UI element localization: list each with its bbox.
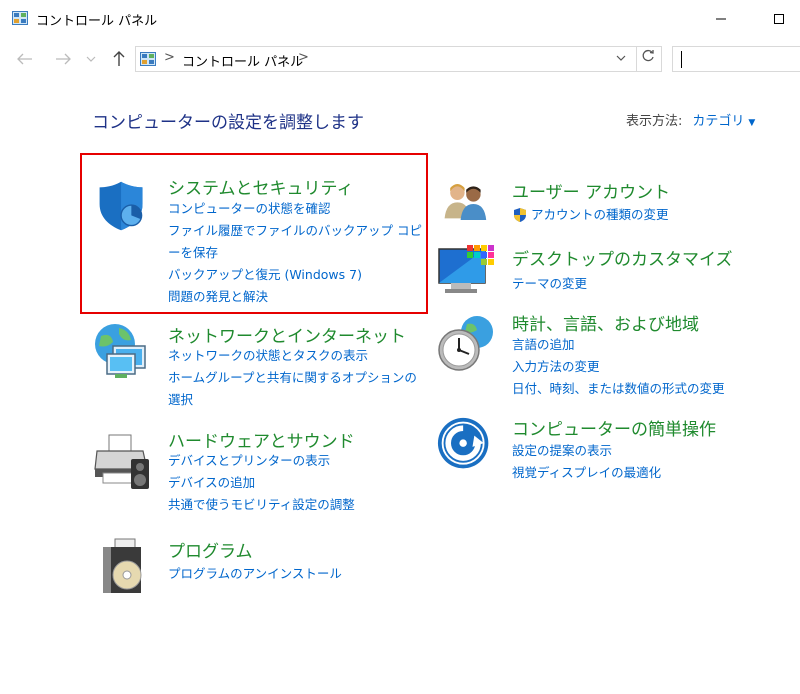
maximize-button[interactable] <box>756 0 800 38</box>
control-panel-icon <box>140 52 156 66</box>
category-links: テーマの変更 <box>512 273 587 295</box>
link-mobility-settings[interactable]: 共通で使うモビリティ設定の調整 <box>168 494 355 516</box>
category-links: デバイスとプリンターの表示 デバイスの追加 共通で使うモビリティ設定の調整 <box>168 450 355 516</box>
link-devices-printers[interactable]: デバイスとプリンターの表示 <box>168 450 355 472</box>
up-button[interactable] <box>108 48 130 70</box>
search-box[interactable] <box>672 46 800 72</box>
network-globe-icon[interactable] <box>93 322 153 382</box>
category-links: コンピューターの状態を確認 ファイル履歴でファイルのバックアップ コピーを保存 … <box>168 198 423 308</box>
back-button[interactable] <box>14 48 36 70</box>
link-optimize-visual-display[interactable]: 視覚ディスプレイの最適化 <box>512 462 661 484</box>
minimize-icon <box>716 18 726 20</box>
desktop-personalization-icon[interactable] <box>437 243 497 303</box>
arrow-right-icon <box>56 53 71 65</box>
uac-shield-icon <box>514 208 526 222</box>
maximize-icon <box>774 14 784 24</box>
link-network-status[interactable]: ネットワークの状態とタスクの表示 <box>168 345 423 367</box>
arrow-left-icon <box>17 53 32 65</box>
chevron-down-icon <box>616 55 626 61</box>
category-title-programs[interactable]: プログラム <box>168 537 253 562</box>
view-by-label: 表示方法: <box>626 114 683 129</box>
breadcrumb-separator[interactable]: > <box>164 50 175 65</box>
category-links: アカウントの種類の変更 <box>512 204 669 226</box>
users-icon[interactable] <box>440 180 494 228</box>
view-by: 表示方法: カテゴリ ▼ <box>626 110 755 129</box>
category-title-user[interactable]: ユーザー アカウント <box>512 178 670 203</box>
minimize-button[interactable] <box>698 0 744 38</box>
address-dropdown-button[interactable] <box>616 51 626 64</box>
category-title-network[interactable]: ネットワークとインターネット <box>168 322 406 347</box>
breadcrumb-control-panel[interactable]: コントロール パネル <box>182 51 303 70</box>
caret-down-icon[interactable]: ▼ <box>748 118 755 128</box>
arrow-up-icon <box>113 51 125 66</box>
category-title-access[interactable]: コンピューターの簡単操作 <box>512 415 716 440</box>
link-backup-restore[interactable]: バックアップと復元 (Windows 7) <box>168 264 423 286</box>
divider <box>636 47 637 71</box>
category-links: 言語の追加 入力方法の変更 日付、時刻、または数値の形式の変更 <box>512 334 725 400</box>
window-title: コントロール パネル <box>36 14 158 29</box>
control-panel-icon <box>12 11 28 25</box>
security-shield-icon[interactable] <box>93 178 151 234</box>
breadcrumb-separator[interactable]: > <box>298 50 309 65</box>
page-title: コンピューターの設定を調整します <box>92 113 364 133</box>
link-add-language[interactable]: 言語の追加 <box>512 334 725 356</box>
printer-speaker-icon[interactable] <box>93 433 153 493</box>
recent-locations-button[interactable] <box>84 48 98 70</box>
programs-disc-icon[interactable] <box>93 537 153 597</box>
forward-button[interactable] <box>52 48 74 70</box>
link-check-computer-status[interactable]: コンピューターの状態を確認 <box>168 198 423 220</box>
refresh-icon <box>642 49 654 62</box>
link-change-theme[interactable]: テーマの変更 <box>512 273 587 295</box>
category-links: プログラムのアンインストール <box>168 563 342 585</box>
link-change-account-type-label[interactable]: アカウントの種類の変更 <box>531 204 669 226</box>
clock-globe-icon[interactable] <box>437 314 497 374</box>
view-by-dropdown[interactable]: カテゴリ <box>692 114 744 129</box>
category-links: 設定の提案の表示 視覚ディスプレイの最適化 <box>512 440 661 484</box>
search-input[interactable] <box>673 47 800 71</box>
category-title-system[interactable]: システムとセキュリティ <box>168 174 353 199</box>
refresh-button[interactable] <box>641 49 655 67</box>
link-uninstall-program[interactable]: プログラムのアンインストール <box>168 563 342 585</box>
title-bar: コントロール パネル <box>0 0 800 38</box>
link-add-device[interactable]: デバイスの追加 <box>168 472 355 494</box>
category-links: ネットワークの状態とタスクの表示 ホームグループと共有に関するオプションの選択 <box>168 345 423 411</box>
text-cursor <box>681 51 682 68</box>
chevron-down-icon <box>86 56 96 62</box>
link-change-input-method[interactable]: 入力方法の変更 <box>512 356 725 378</box>
link-find-fix-problems[interactable]: 問題の発見と解決 <box>168 286 423 308</box>
link-change-date-time-format[interactable]: 日付、時刻、または数値の形式の変更 <box>512 378 725 400</box>
link-homegroup-sharing[interactable]: ホームグループと共有に関するオプションの選択 <box>168 367 423 411</box>
link-change-account-type[interactable]: アカウントの種類の変更 <box>512 204 669 226</box>
category-title-clock[interactable]: 時計、言語、および地域 <box>512 310 699 335</box>
address-bar[interactable]: > コントロール パネル > <box>135 46 662 72</box>
link-suggested-settings[interactable]: 設定の提案の表示 <box>512 440 661 462</box>
category-title-hardware[interactable]: ハードウェアとサウンド <box>168 427 355 452</box>
ease-of-access-icon[interactable] <box>437 417 493 473</box>
category-title-desktop[interactable]: デスクトップのカスタマイズ <box>512 245 733 270</box>
link-file-history-backup[interactable]: ファイル履歴でファイルのバックアップ コピーを保存 <box>168 220 423 264</box>
navigation-bar: > コントロール パネル > <box>0 38 800 80</box>
